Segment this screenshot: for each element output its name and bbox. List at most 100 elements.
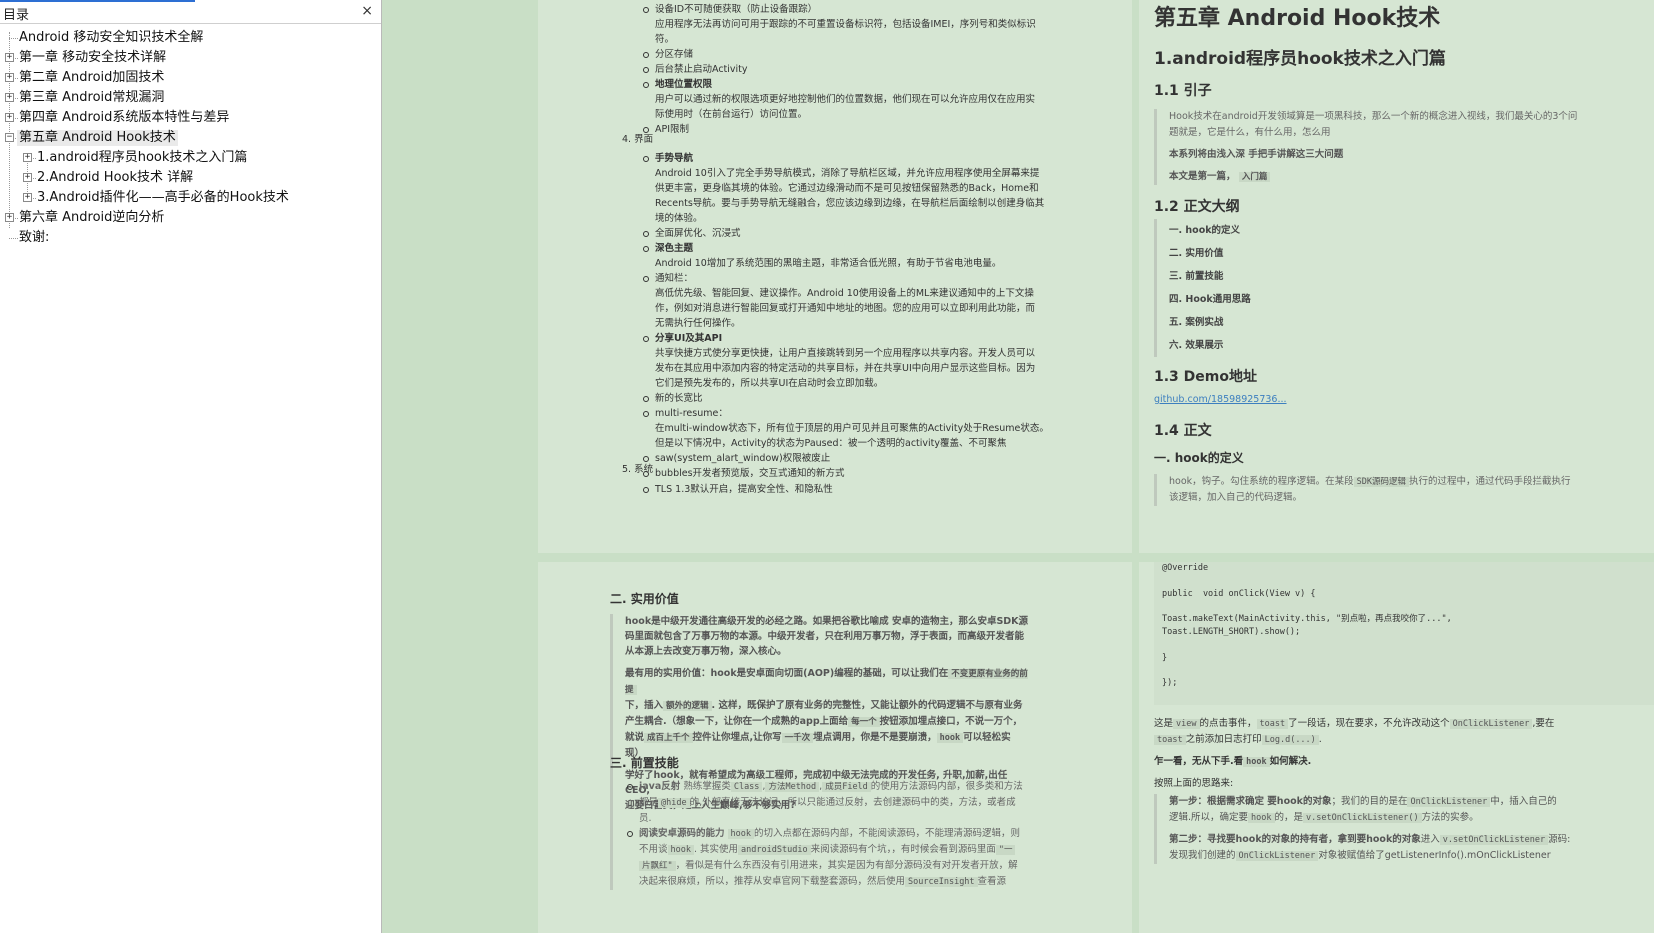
- code-line: public void onClick(View v) {: [1162, 588, 1316, 599]
- toc-item-chapter5[interactable]: − 第五章 Android Hook技术: [0, 128, 381, 148]
- inline-code: hook: [727, 829, 755, 839]
- text: 对象被赋值给了getListenerInfo().mOnClickListene…: [1318, 850, 1551, 861]
- outline-list: 一. hook的定义 二. 实用价值 三. 前置技能 四. Hook通用思路 五…: [1154, 219, 1251, 357]
- toc-item-label: 第五章 Android Hook技术: [17, 130, 178, 146]
- list-item-desc: 用户可以通过新的权限选项更好地控制他们的位置数据，他们现在可以允许应用仅在应用实: [655, 94, 1036, 105]
- list-item: 分区存储: [641, 47, 1071, 62]
- list-item: 设备ID不可随便获取（防止设备跟踪） 应用程序无法再访问可用于跟踪的不可重置设备标…: [641, 2, 1071, 47]
- skill-item: java反射 熟练掌握类 Class, 方法Method, 成员Field 的使用方法源…: [625, 779, 1030, 826]
- quote-line: Hook技术在android开发领域算是一项黑科技，那么一个新的概念进入视线，我…: [1169, 111, 1578, 122]
- toc-item-chapter4[interactable]: + 第四章 Android系统版本特性与差异: [0, 108, 381, 128]
- toc-item-label: 第三章 Android常规漏洞: [19, 90, 165, 105]
- list-item: 深色主题 Android 10增加了系统范围的黑暗主题，非常适合低光照，有助于节省…: [641, 241, 1071, 271]
- toc-item-chapter3[interactable]: + 第三章 Android常规漏洞: [0, 88, 381, 108]
- list-item-desc: Android 10增加了系统范围的黑暗主题，非常适合低光照，有助于节省电池电量…: [655, 258, 1002, 269]
- inline-code: hook: [936, 733, 964, 743]
- expand-icon[interactable]: +: [23, 153, 32, 162]
- definition-heading: 一. hook的定义: [1154, 451, 1244, 465]
- list-item-title: 手势导航: [655, 153, 694, 164]
- toc-item-label: 第四章 Android系统版本特性与差异: [19, 110, 230, 125]
- text: 这是: [1154, 718, 1174, 729]
- inline-code: toast: [1256, 719, 1289, 729]
- inline-code: SourceInsight: [905, 877, 978, 887]
- expand-icon[interactable]: +: [5, 113, 14, 122]
- list-item: 通知栏： 高低优先级、智能回复、建议操作。Android 10使用设备上的ML来建…: [641, 271, 1071, 331]
- expand-icon[interactable]: +: [23, 173, 32, 182]
- outline-item: 一. hook的定义: [1169, 225, 1241, 236]
- section-heading: 二. 实用价值: [610, 592, 679, 606]
- code-line: });: [1162, 678, 1178, 689]
- paragraph-line: 第二步：寻找要hook的对象的持有者，拿到要hook的对象进入 v.setOnCl…: [1169, 832, 1654, 848]
- toc-item-label: 第一章 移动安全技术详解: [19, 50, 167, 65]
- page-top-right: 第五章 Android Hook技术 1.android程序员hook技术之入门…: [1139, 0, 1654, 553]
- inline-code: 一千次: [781, 733, 814, 743]
- intro-quote: Hook技术在android开发领域算是一项黑科技，那么一个新的概念进入视线，我…: [1154, 109, 1654, 185]
- text: ，看似是有什么东西没有引用进来，其实是因为有部分源码没有对开发者开放，解: [675, 860, 1018, 871]
- section-heading: 三. 前置技能: [610, 756, 679, 770]
- list-item-title: saw(system_alart_window)权限被废止: [655, 453, 831, 464]
- paragraph-line: hook是中级开发通往高级开发的必经之路。如果把谷歌比喻成 安卓的造物主，那么安…: [625, 616, 1029, 627]
- list-item: bubbles开发者预览版，交互式通知的新方式: [641, 466, 1071, 481]
- toc-item-label: 第二章 Android加固技术: [19, 70, 165, 85]
- text: . 其实使用: [694, 844, 739, 855]
- text: 埋点调用，你是不是要崩溃，: [813, 732, 937, 743]
- text: 的点击事件，: [1199, 718, 1257, 729]
- list-item-title: 深色主题: [655, 243, 694, 254]
- list-item-desc: 它们是预先发布的，所以共享UI在启动时会立即加载。: [655, 378, 884, 389]
- quote-line: 题就是，它是什么，有什么用，怎么用: [1169, 127, 1331, 138]
- toc-item-chapter1[interactable]: + 第一章 移动安全技术详解: [0, 48, 381, 68]
- page-top-left: 设备ID不可随便获取（防止设备跟踪） 应用程序无法再访问可用于跟踪的不可重置设备标…: [538, 0, 1132, 553]
- collapse-icon[interactable]: −: [5, 133, 14, 142]
- document-viewer[interactable]: 设备ID不可随便获取（防止设备跟踪） 应用程序无法再访问可用于跟踪的不可重置设备标…: [383, 0, 1654, 933]
- text: ；我们的目的是在: [1331, 796, 1408, 807]
- list-item: 地理位置权限 用户可以通过新的权限选项更好地控制他们的位置数据，他们现在可以允许应…: [641, 77, 1071, 122]
- text: 发现我们创建的: [1169, 850, 1236, 861]
- toc-item-label: 2.Android Hook技术 详解: [37, 170, 194, 185]
- toc-item-thanks[interactable]: 致谢:: [0, 228, 381, 248]
- outline-item: 六. 效果展示: [1169, 340, 1224, 351]
- subsection-title: 1.3 Demo地址: [1154, 369, 1257, 385]
- list-item-desc: 供更丰富，更身临其境的体验。它通过边缘滑动而不是可见按钮保留熟悉的Back，Ho…: [655, 183, 1039, 194]
- toc-item-chapter6[interactable]: + 第六章 Android逆向分析: [0, 208, 381, 228]
- steps-quote: 第一步：根据需求确定 要hook的对象；我们的目的是在 OnClickListen…: [1154, 794, 1654, 864]
- text: .: [1318, 734, 1322, 745]
- toc-item-chapter2[interactable]: + 第二章 Android加固技术: [0, 68, 381, 88]
- paragraph-line: 第一步：根据需求确定 要hook的对象；我们的目的是在 OnClickListen…: [1169, 794, 1654, 810]
- text: 方法的实参。: [1421, 812, 1479, 823]
- step-title: 第一步：根据需求确定 要hook的对象: [1169, 796, 1332, 807]
- inline-code: hook: [667, 845, 694, 855]
- inline-code: Log.d(...): [1261, 735, 1319, 745]
- toc-item-root[interactable]: Android 移动安全知识技术全解: [0, 28, 381, 48]
- expand-icon[interactable]: +: [5, 213, 14, 222]
- expand-icon[interactable]: +: [5, 53, 14, 62]
- page-bottom-right: @Override public void onClick(View v) {To…: [1139, 562, 1654, 933]
- toc-item-5-3[interactable]: + 3.Android插件化——高手必备的Hook技术: [0, 188, 381, 208]
- list-item-title: TLS 1.3默认开启，提高安全性、和隐私性: [655, 484, 833, 495]
- inline-code: v.setOnClickListener: [1439, 835, 1549, 845]
- inline-code: OnClickListener: [1235, 851, 1319, 861]
- list-item-desc: Recents导航。要与手势导航无缝融合，您应该边缘到边缘，在导航栏后面绘制以创…: [655, 198, 1045, 209]
- article-note: 本文是第一篇， 入门篇: [1169, 169, 1654, 185]
- expand-icon[interactable]: +: [5, 93, 14, 102]
- toc-header-accent: [0, 0, 195, 2]
- list-item: 后台禁止启动Activity: [641, 62, 1071, 77]
- code-block: @Override public void onClick(View v) {To…: [1154, 562, 1654, 705]
- toc-item-5-1[interactable]: + 1.android程序员hook技术之入门篇: [0, 148, 381, 168]
- page-bottom-left: 二. 实用价值 hook是中级开发通往高级开发的必经之路。如果把谷歌比喻成 安卓…: [538, 562, 1132, 933]
- subsection-title: 1.4 正文: [1154, 423, 1212, 439]
- text: 了一段话，现在要求，不允许改动这个: [1288, 718, 1450, 729]
- toc-title: 目录: [3, 8, 30, 23]
- demo-link[interactable]: github.com/18598925736...: [1154, 394, 1287, 405]
- expand-icon[interactable]: +: [23, 193, 32, 202]
- list-item: multi-resume： 在multi-window状态下，所有位于顶层的用户可…: [641, 406, 1071, 451]
- close-icon[interactable]: ×: [361, 3, 373, 19]
- expand-icon[interactable]: +: [5, 73, 14, 82]
- toc-item-5-2[interactable]: + 2.Android Hook技术 详解: [0, 168, 381, 188]
- text: 逻辑.所以，确定要: [1169, 812, 1249, 823]
- list-item: saw(system_alart_window)权限被废止: [641, 451, 1071, 466]
- text: 源码:: [1548, 834, 1571, 845]
- skill-item: 阅读安卓源码的能力 hook 的切入点都在源码内部，不能阅读源码，不能理清源码逻辑…: [625, 826, 1030, 890]
- list-item: 全面屏优化、沉浸式: [641, 226, 1071, 241]
- step-title: 第二步：寻找要hook的对象的持有者，拿到要hook的对象: [1169, 834, 1421, 845]
- text: 下，插入: [625, 700, 664, 711]
